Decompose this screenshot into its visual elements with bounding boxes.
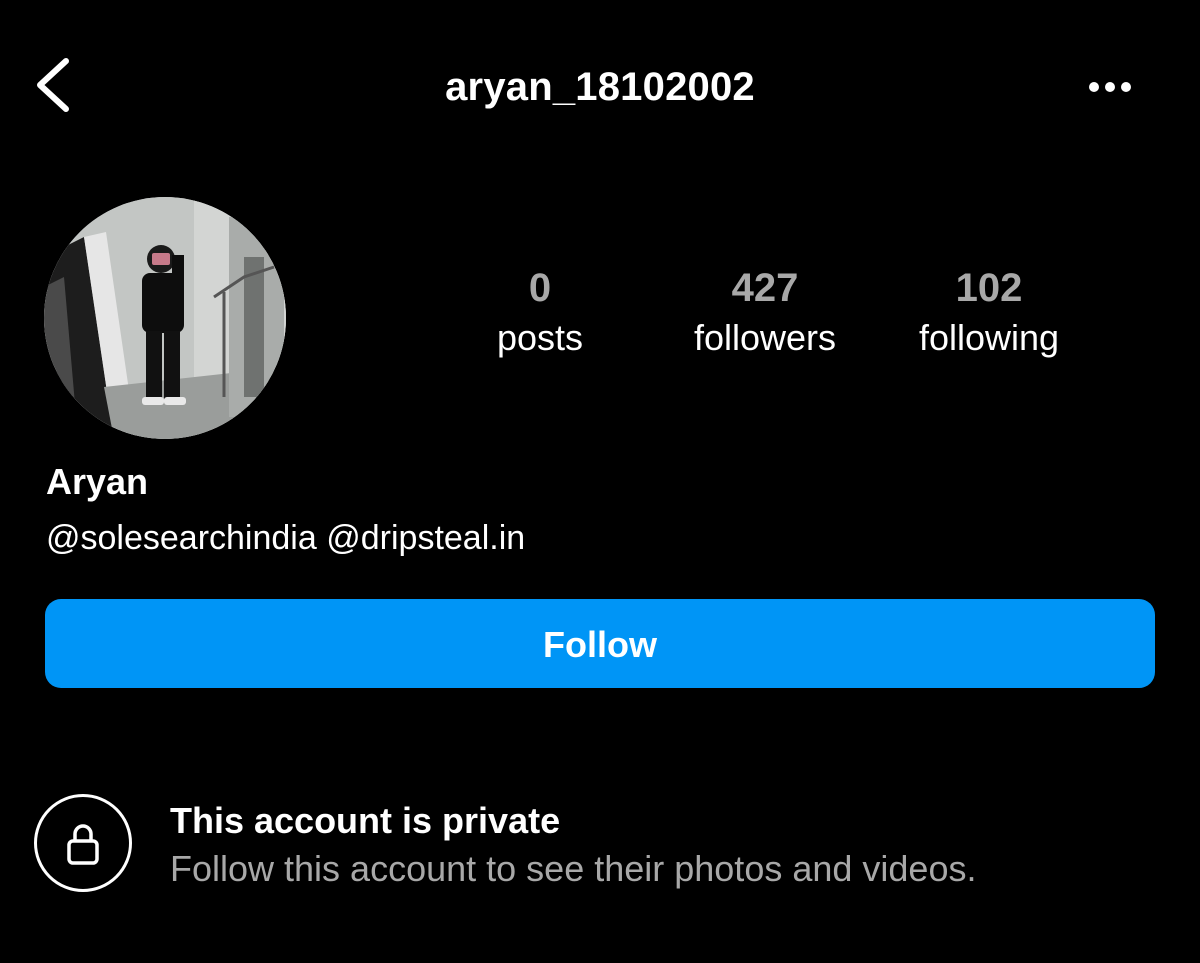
- posts-label: posts: [496, 317, 584, 358]
- following-number: 102: [955, 266, 1023, 310]
- page-title: aryan_18102002: [445, 65, 755, 109]
- following-label: following: [918, 317, 1060, 358]
- posts-count[interactable]: 0 posts: [430, 262, 650, 362]
- bio-mention-link[interactable]: @solesearchindia: [46, 519, 317, 557]
- followers-number: 427: [731, 266, 799, 310]
- lock-icon: [67, 824, 99, 865]
- profile-photo: [44, 197, 286, 439]
- following-count[interactable]: 102 following: [879, 262, 1099, 362]
- lock-badge: [34, 794, 132, 892]
- avatar[interactable]: [44, 197, 286, 439]
- private-notice-title: This account is private: [170, 800, 561, 841]
- followers-count[interactable]: 427 followers: [655, 262, 875, 362]
- display-name: Aryan: [46, 461, 149, 502]
- follow-button[interactable]: Follow: [45, 599, 1155, 688]
- private-notice-subtitle: Follow this account to see their photos …: [170, 848, 977, 889]
- more-options-button[interactable]: [1082, 72, 1138, 102]
- followers-label: followers: [693, 317, 837, 358]
- more-horizontal-icon: [1089, 82, 1131, 92]
- bio-mention-link[interactable]: @dripsteal.in: [326, 519, 525, 557]
- bio: @solesearchindia @dripsteal.in: [46, 514, 525, 562]
- posts-number: 0: [528, 266, 552, 310]
- profile-header: aryan_18102002: [0, 0, 1200, 175]
